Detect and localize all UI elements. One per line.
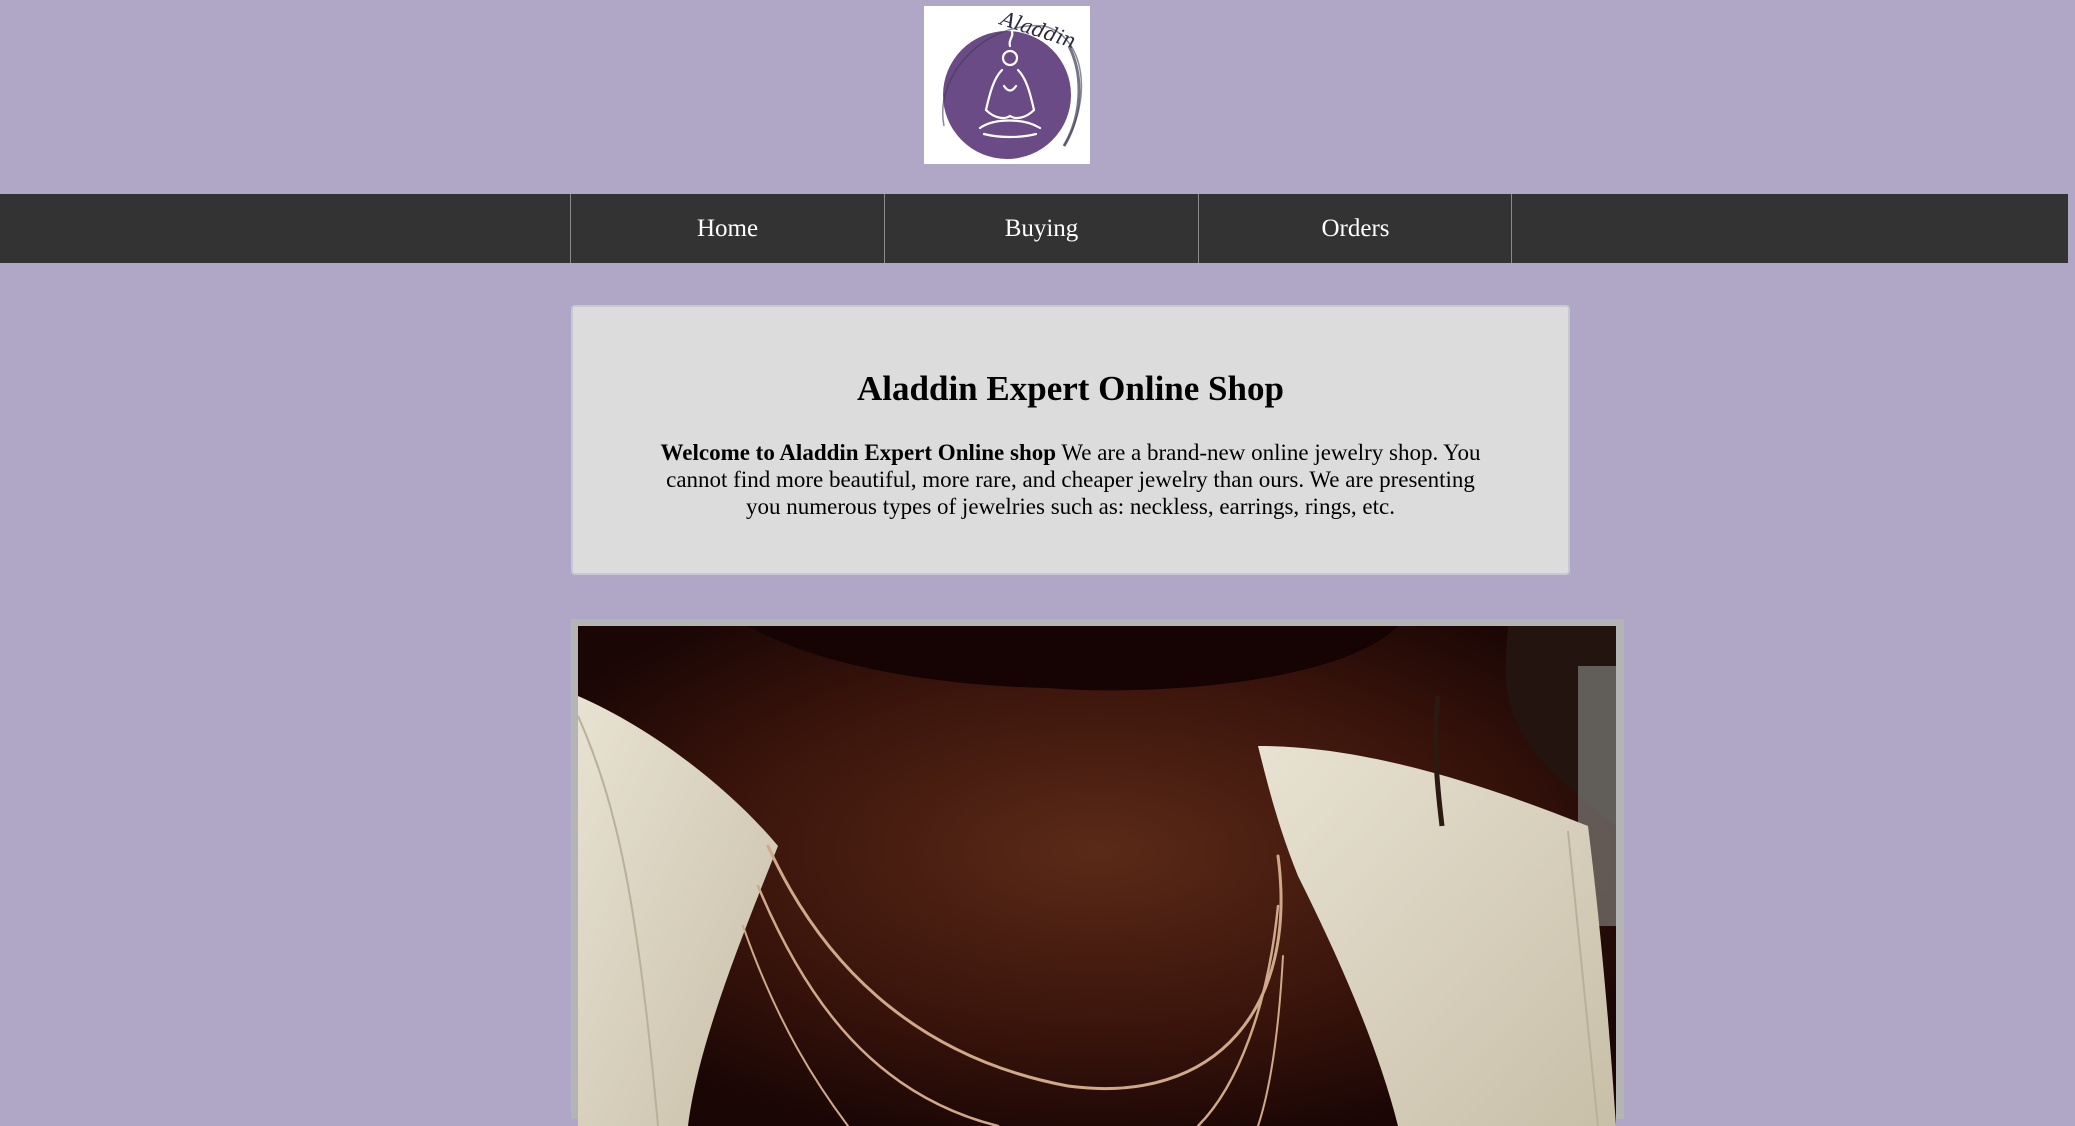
- hero-image-frame: [571, 619, 1624, 1126]
- intro-paragraph: Welcome to Aladdin Expert Online shop We…: [651, 439, 1491, 520]
- intro-panel: Aladdin Expert Online Shop Welcome to Al…: [571, 305, 1570, 575]
- site-logo[interactable]: Aladdin: [924, 6, 1090, 164]
- intro-lead: Welcome to Aladdin Expert Online shop: [660, 440, 1057, 465]
- nav-orders-link[interactable]: Orders: [1198, 194, 1512, 263]
- page-title: Aladdin Expert Online Shop: [857, 369, 1284, 408]
- nav-divider: [1511, 194, 1512, 263]
- hero-necklace-photo: [578, 626, 1616, 1126]
- main-navbar: Home Buying Orders: [0, 194, 2068, 263]
- nav-buying-link[interactable]: Buying: [884, 194, 1198, 263]
- nav-home-link[interactable]: Home: [570, 194, 884, 263]
- meditating-figure-logo-icon: Aladdin: [942, 6, 1083, 159]
- necklace-photo-image: [578, 626, 1616, 1126]
